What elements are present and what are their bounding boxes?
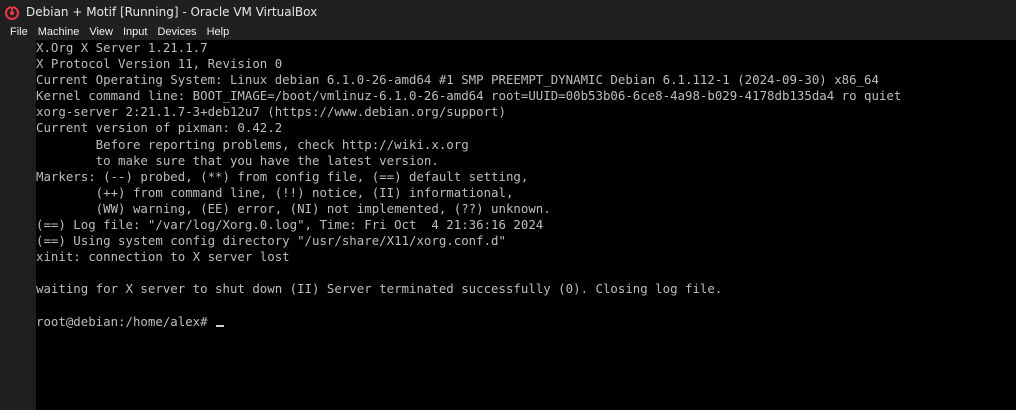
console-line: (++) from command line, (!!) notice, (II… xyxy=(36,184,514,200)
shell-prompt: root@debian:/home/alex# xyxy=(36,313,216,329)
shell-prompt-line[interactable]: root@debian:/home/alex# xyxy=(36,314,901,330)
menu-devices[interactable]: Devices xyxy=(152,24,201,40)
menu-machine[interactable]: Machine xyxy=(33,24,85,40)
vm-console-screen[interactable]: X.Org X Server 1.21.1.7 X Protocol Versi… xyxy=(36,40,1016,410)
window-frame-left xyxy=(0,40,36,410)
console-line: Before reporting problems, check http://… xyxy=(36,136,469,152)
console-line: (WW) warning, (EE) error, (NI) not imple… xyxy=(36,200,551,216)
virtualbox-window: Debian + Motif [Running] - Oracle VM Vir… xyxy=(0,0,1016,410)
menu-view[interactable]: View xyxy=(84,24,118,40)
console-line: waiting for X server to shut down (II) S… xyxy=(36,281,723,297)
console-line: Current Operating System: Linux debian 6… xyxy=(36,72,879,88)
menu-input[interactable]: Input xyxy=(118,24,152,40)
console-line: to make sure that you have the latest ve… xyxy=(36,152,439,168)
console-line: xinit: connection to X server lost xyxy=(36,249,290,265)
console-line: Kernel command line: BOOT_IMAGE=/boot/vm… xyxy=(36,88,902,104)
text-cursor xyxy=(216,324,225,327)
console-line: (==) Log file: "/var/log/Xorg.0.log", Ti… xyxy=(36,217,544,233)
console-line: Markers: (--) probed, (**) from config f… xyxy=(36,168,529,184)
console-line: xorg-server 2:21.1.7-3+deb12u7 (https://… xyxy=(36,104,506,120)
console-line: (==) Using system config directory "/usr… xyxy=(36,233,506,249)
window-title: Debian + Motif [Running] - Oracle VM Vir… xyxy=(26,5,318,19)
console-line: X Protocol Version 11, Revision 0 xyxy=(36,56,283,72)
menu-bar: File Machine View Input Devices Help xyxy=(0,24,1016,40)
console-line: Current version of pixman: 0.42.2 xyxy=(36,120,283,136)
virtualbox-icon xyxy=(5,5,19,20)
console-line: X.Org X Server 1.21.1.7 xyxy=(36,40,208,55)
menu-file[interactable]: File xyxy=(5,24,33,40)
menu-help[interactable]: Help xyxy=(202,24,235,40)
title-bar[interactable]: Debian + Motif [Running] - Oracle VM Vir… xyxy=(0,0,1016,24)
console-output: X.Org X Server 1.21.1.7 X Protocol Versi… xyxy=(36,40,901,330)
